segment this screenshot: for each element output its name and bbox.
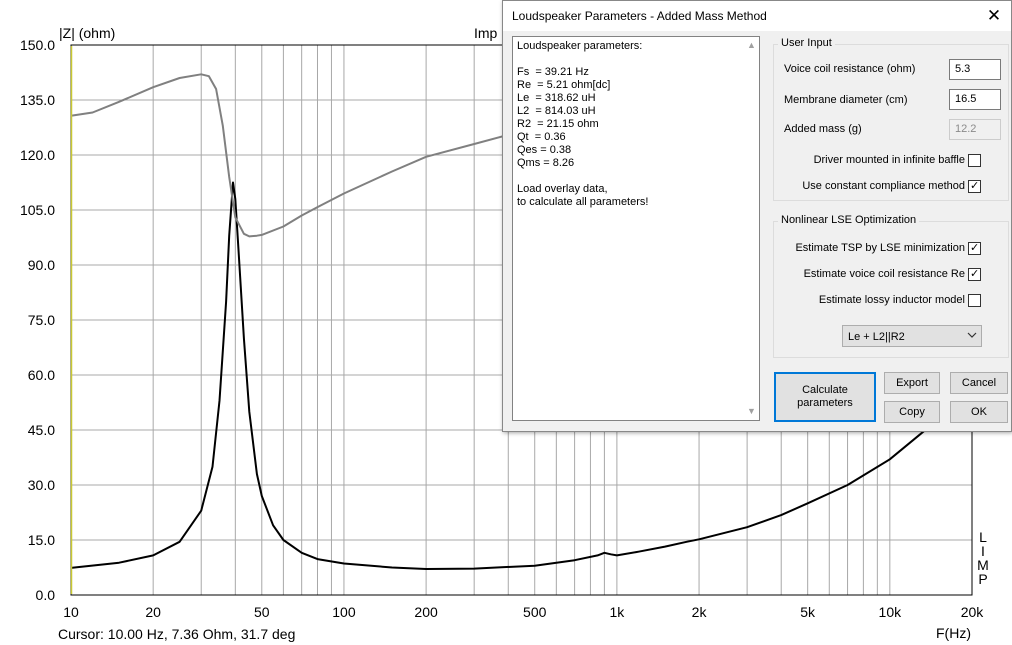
estimate-tsp-checkbox[interactable]: ✓ bbox=[968, 242, 981, 255]
y-tick-label: 0.0 bbox=[36, 587, 56, 603]
y-tick-label: 75.0 bbox=[28, 312, 55, 328]
x-tick-label: 20k bbox=[961, 604, 985, 620]
user-input-group-label: User Input bbox=[778, 37, 835, 49]
inductor-model-value: Le + L2||R2 bbox=[848, 331, 905, 343]
estimate-re-checkbox[interactable]: ✓ bbox=[968, 268, 981, 281]
scroll-down-icon[interactable]: ▼ bbox=[744, 405, 759, 418]
y-tick-label: 60.0 bbox=[28, 367, 55, 383]
x-tick-label: 100 bbox=[332, 604, 356, 620]
membrane-diameter-input[interactable]: 16.5 bbox=[949, 89, 1001, 110]
x-tick-label: 5k bbox=[800, 604, 816, 620]
x-tick-label: 10 bbox=[63, 604, 79, 620]
voice-coil-resistance-input[interactable]: 5.3 bbox=[949, 59, 1001, 80]
results-line bbox=[517, 170, 755, 183]
x-tick-label: 500 bbox=[523, 604, 547, 620]
voice-coil-label: Voice coil resistance (ohm) bbox=[784, 63, 916, 75]
results-lines: Loudspeaker parameters: Fs = 39.21 Hz Re =… bbox=[517, 40, 755, 209]
results-line: Le = 318.62 uH bbox=[517, 92, 596, 104]
calculate-parameters-button[interactable]: Calculate parameters bbox=[774, 372, 876, 422]
x-tick-label: 50 bbox=[254, 604, 270, 620]
lossy-inductor-label: Estimate lossy inductor model bbox=[818, 294, 965, 306]
y-tick-label: 135.0 bbox=[20, 92, 55, 108]
results-line: Qes = 0.38 bbox=[517, 144, 572, 156]
y-tick-label: 120.0 bbox=[20, 147, 55, 163]
inductor-model-select[interactable]: Le + L2||R2 bbox=[842, 325, 982, 347]
y-tick-label: 30.0 bbox=[28, 477, 55, 493]
lossy-inductor-checkbox[interactable] bbox=[968, 294, 981, 307]
chevron-down-icon bbox=[967, 332, 977, 338]
results-line: Qt = 0.36 bbox=[517, 131, 566, 143]
membrane-diameter-label: Membrane diameter (cm) bbox=[784, 94, 908, 106]
x-axis-label: F(Hz) bbox=[936, 625, 971, 641]
results-line: Re = 5.21 ohm[dc] bbox=[517, 79, 611, 91]
y-tick-label: 105.0 bbox=[20, 202, 55, 218]
results-line: R2 = 21.15 ohm bbox=[517, 118, 599, 130]
added-mass-input: 12.2 bbox=[949, 119, 1001, 140]
x-tick-label: 2k bbox=[692, 604, 708, 620]
ok-button[interactable]: OK bbox=[950, 401, 1008, 423]
results-line: Loudspeaker parameters: bbox=[517, 40, 643, 52]
results-line: Qms = 8.26 bbox=[517, 157, 575, 169]
estimate-tsp-label: Estimate TSP by LSE minimization bbox=[795, 242, 965, 254]
export-button[interactable]: Export bbox=[884, 372, 940, 394]
x-tick-label: 200 bbox=[414, 604, 438, 620]
y-axis-label: |Z| (ohm) bbox=[59, 25, 115, 41]
y-tick-label: 150.0 bbox=[20, 37, 55, 53]
right-axis-letter: P bbox=[978, 571, 987, 587]
y-tick-label: 90.0 bbox=[28, 257, 55, 273]
results-line: L2 = 814.03 uH bbox=[517, 105, 596, 117]
nonlinear-lse-group-label: Nonlinear LSE Optimization bbox=[778, 214, 920, 226]
infinite-baffle-checkbox[interactable] bbox=[968, 154, 981, 167]
results-line: Fs = 39.21 Hz bbox=[517, 66, 589, 78]
dialog-titlebar[interactable]: Loudspeaker Parameters - Added Mass Meth… bbox=[503, 1, 1011, 31]
results-textbox[interactable]: Loudspeaker parameters: Fs = 39.21 Hz Re =… bbox=[512, 36, 760, 421]
cursor-readout: Cursor: 10.00 Hz, 7.36 Ohm, 31.7 deg bbox=[58, 626, 296, 642]
chart-title: Imp bbox=[474, 25, 498, 41]
dialog-title: Loudspeaker Parameters - Added Mass Meth… bbox=[512, 9, 767, 23]
y-tick-label: 15.0 bbox=[28, 532, 55, 548]
results-line bbox=[517, 53, 755, 66]
check-icon: ✓ bbox=[970, 268, 980, 280]
results-line: to calculate all parameters! bbox=[517, 196, 649, 208]
copy-button[interactable]: Copy bbox=[884, 401, 940, 423]
results-line: Load overlay data, bbox=[517, 183, 608, 195]
estimate-re-label: Estimate voice coil resistance Re bbox=[803, 268, 965, 280]
cancel-button[interactable]: Cancel bbox=[950, 372, 1008, 394]
x-tick-label: 10k bbox=[879, 604, 903, 620]
added-mass-label: Added mass (g) bbox=[784, 123, 862, 135]
results-scrollbar[interactable]: ▲ ▼ bbox=[744, 37, 759, 420]
loudspeaker-parameters-dialog: Loudspeaker Parameters - Added Mass Meth… bbox=[502, 0, 1012, 432]
scroll-up-icon[interactable]: ▲ bbox=[744, 39, 759, 52]
close-icon[interactable]: ✕ bbox=[977, 1, 1011, 31]
x-tick-label: 20 bbox=[145, 604, 161, 620]
y-tick-label: 45.0 bbox=[28, 422, 55, 438]
check-icon: ✓ bbox=[970, 242, 980, 254]
infinite-baffle-label: Driver mounted in infinite baffle bbox=[813, 154, 965, 166]
constant-compliance-label: Use constant compliance method bbox=[802, 180, 965, 192]
check-icon: ✓ bbox=[970, 180, 980, 192]
constant-compliance-checkbox[interactable]: ✓ bbox=[968, 180, 981, 193]
x-tick-label: 1k bbox=[609, 604, 625, 620]
